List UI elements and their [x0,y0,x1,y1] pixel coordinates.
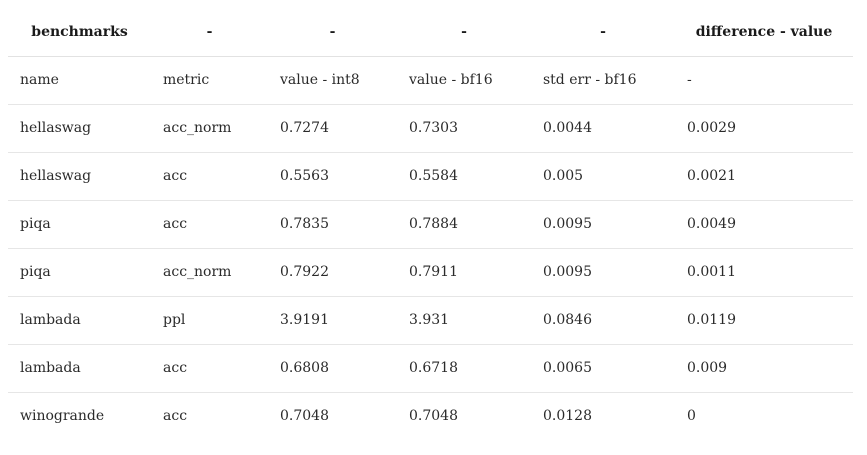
table-cell: 0.0065 [543,360,592,376]
header-cell: - [397,8,531,57]
table-row: hellaswag acc_norm 0.7274 0.7303 0.0044 … [8,104,853,152]
table-cell: 0.7922 [280,264,329,280]
table-cell: 0.7884 [409,216,458,232]
results-table-container: benchmarks - - - - difference - value na… [8,8,853,440]
header-cell: - [531,8,675,57]
header-cell-benchmarks: benchmarks [8,8,151,57]
table-header: benchmarks - - - - difference - value [8,8,853,57]
table-cell: metric [163,72,210,88]
table-cell: lambada [20,360,81,376]
table-cell: value - bf16 [409,72,493,88]
table-cell: acc [163,408,188,425]
table-cell: winogrande [20,408,105,425]
table-cell: 0.0128 [543,408,592,425]
table-cell: 3.931 [409,312,450,328]
table-cell: 0.6718 [409,360,458,376]
table-row: winogrande acc 0.7048 0.7048 0.0128 0 [8,392,853,440]
header-cell-difference-value: difference - value [675,8,853,57]
table-row: piqa acc_norm 0.7922 0.7911 0.0095 0.001… [8,248,853,296]
table-row: lambada ppl 3.9191 3.931 0.0846 0.0119 [8,296,853,344]
table-cell: 0.7274 [280,120,329,136]
table-cell: lambada [20,312,81,328]
table-cell: value - int8 [280,72,360,88]
table-cell: 0.0095 [543,216,592,232]
table-cell: 0.5563 [280,168,329,184]
header-row: benchmarks - - - - difference - value [8,8,853,57]
table-cell: 0.0095 [543,264,592,280]
table-cell: ppl [163,312,186,328]
table-cell: 0.7303 [409,120,458,136]
table-row: hellaswag acc 0.5563 0.5584 0.005 0.0021 [8,152,853,200]
table-cell: piqa [20,264,51,280]
table-cell: 0.6808 [280,360,329,376]
header-cell: - [151,8,268,57]
table-cell: acc [163,360,188,376]
table-cell: acc [163,216,188,232]
table-cell: piqa [20,216,51,232]
benchmark-results-table: benchmarks - - - - difference - value na… [8,8,853,440]
table-cell: 0.5584 [409,168,458,184]
table-cell: 0.005 [543,168,584,184]
table-cell: 0.0021 [687,168,736,184]
table-cell: 0.0049 [687,216,736,232]
table-cell: acc_norm [163,264,232,280]
table-cell: 0.0119 [687,312,736,328]
table-cell: hellaswag [20,168,92,184]
table-cell: 0.0029 [687,120,736,136]
table-cell: std err - bf16 [543,72,637,88]
table-cell: 0.7048 [409,408,458,425]
table-cell: 3.9191 [280,312,329,328]
table-row: name metric value - int8 value - bf16 st… [8,56,853,104]
table-body: name metric value - int8 value - bf16 st… [8,56,853,440]
table-cell: acc_norm [163,120,232,136]
table-cell: name [20,72,59,88]
table-cell: 0.0846 [543,312,592,328]
table-cell: 0 [687,408,696,425]
table-cell: 0.7911 [409,264,458,280]
table-cell: hellaswag [20,120,92,136]
table-cell: acc [163,168,188,184]
table-row: piqa acc 0.7835 0.7884 0.0095 0.0049 [8,200,853,248]
table-cell: 0.0044 [543,120,592,136]
header-cell: - [268,8,397,57]
table-row: lambada acc 0.6808 0.6718 0.0065 0.009 [8,344,853,392]
table-cell: 0.0011 [687,264,736,280]
table-cell: 0.7048 [280,408,329,425]
table-cell: - [687,72,692,88]
table-cell: 0.009 [687,360,728,376]
table-cell: 0.7835 [280,216,329,232]
